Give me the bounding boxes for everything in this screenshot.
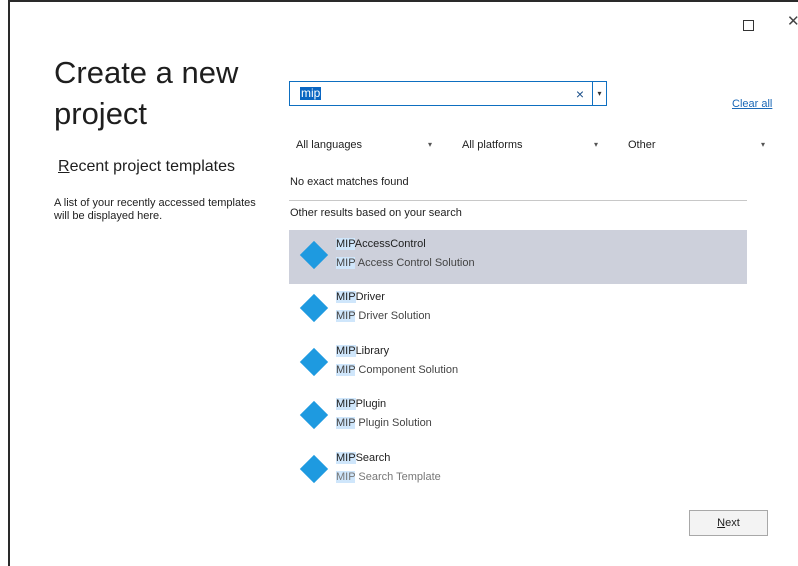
template-name: MIPDriver <box>336 291 385 303</box>
template-name: MIPSearch <box>336 452 390 464</box>
search-value[interactable]: mip <box>300 87 322 100</box>
page-title-line-2: project <box>54 96 148 131</box>
match-highlight: MIP <box>336 417 356 429</box>
template-description-rest: Component Solution <box>355 364 459 376</box>
project-type-filter[interactable]: Other <box>628 139 656 151</box>
clear-all-link[interactable]: Clear all <box>732 98 772 110</box>
match-highlight: MIP <box>336 398 356 410</box>
match-highlight: MIP <box>336 345 356 357</box>
project-type-chevron-down-icon[interactable]: ▾ <box>761 140 765 149</box>
match-highlight: MIP <box>336 238 355 250</box>
platform-filter[interactable]: All platforms <box>462 139 523 151</box>
template-description-rest: Access Control Solution <box>355 257 475 269</box>
create-project-window: ✕ Create a new project Recent project te… <box>8 0 798 566</box>
page-title-line-1: Create a new <box>54 55 239 90</box>
template-item-miplibrary[interactable]: MIPLibrary MIP Component Solution <box>289 337 747 391</box>
template-name-rest: Search <box>355 452 391 464</box>
match-highlight: MIP <box>336 310 356 322</box>
template-description: MIP Plugin Solution <box>336 417 432 429</box>
template-item-mipaccesscontrol[interactable]: MIPAccessControl MIP Access Control Solu… <box>289 230 747 284</box>
template-name-rest: Library <box>355 345 390 357</box>
language-chevron-down-icon[interactable]: ▾ <box>428 140 432 149</box>
clear-all-accesskey: C <box>732 98 740 110</box>
template-name-rest: AccessControl <box>354 238 426 250</box>
template-name: MIPAccessControl <box>336 238 426 250</box>
template-icon <box>299 400 329 430</box>
template-icon <box>299 293 329 323</box>
clear-search-icon[interactable]: × <box>576 86 584 102</box>
template-icon <box>299 347 329 377</box>
match-highlight: MIP <box>336 291 356 303</box>
match-highlight: MIP <box>336 257 356 269</box>
recent-templates-heading: Recent project templates <box>58 158 235 176</box>
template-name-rest: Driver <box>355 291 385 303</box>
template-description: MIP Component Solution <box>336 364 458 376</box>
template-item-mipplugin[interactable]: MIPPlugin MIP Plugin Solution <box>289 390 747 444</box>
template-name: MIPPlugin <box>336 398 386 410</box>
match-highlight: MIP <box>336 364 356 376</box>
template-item-mipsearch[interactable]: MIPSearch MIP Search Template <box>289 444 747 498</box>
recent-heading-accesskey: R <box>58 158 70 175</box>
template-search-input[interactable]: mip × ▾ <box>289 81 607 106</box>
divider <box>289 200 747 201</box>
platform-chevron-down-icon[interactable]: ▾ <box>594 140 598 149</box>
match-highlight: MIP <box>336 452 356 464</box>
template-description: MIP Access Control Solution <box>336 257 475 269</box>
template-name: MIPLibrary <box>336 345 389 357</box>
no-matches-message: No exact matches found <box>290 176 409 188</box>
template-description-rest: Plugin Solution <box>355 417 432 429</box>
page-title: Create a new project <box>54 52 238 134</box>
clear-all-text: lear all <box>739 98 773 110</box>
template-description: MIP Search Template <box>336 471 441 483</box>
template-description: MIP Driver Solution <box>336 310 431 322</box>
next-label: ext <box>725 517 740 529</box>
template-item-mipdriver[interactable]: MIPDriver MIP Driver Solution <box>289 283 747 337</box>
recent-templates-description: A list of your recently accessed templat… <box>54 197 256 222</box>
maximize-icon[interactable] <box>743 20 754 31</box>
match-highlight: MIP <box>336 471 356 483</box>
recent-heading-text: ecent project templates <box>69 158 235 175</box>
template-description-rest: Driver Solution <box>355 310 431 322</box>
language-filter[interactable]: All languages <box>296 139 362 151</box>
search-dropdown-icon[interactable]: ▾ <box>592 82 606 105</box>
template-icon <box>299 240 329 270</box>
template-icon <box>299 454 329 484</box>
next-accesskey: N <box>717 517 726 529</box>
close-icon[interactable]: ✕ <box>787 14 798 29</box>
template-name-rest: Plugin <box>355 398 387 410</box>
next-button[interactable]: Next <box>689 510 768 536</box>
template-description-rest: Search Template <box>355 471 441 483</box>
other-results-label: Other results based on your search <box>290 207 462 219</box>
